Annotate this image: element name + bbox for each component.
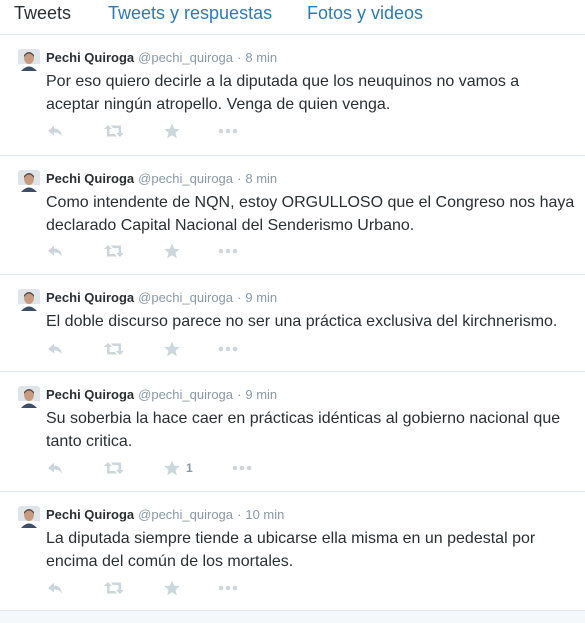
tweet-header: Pechi Quiroga @pechi_quiroga · 8 min — [46, 171, 277, 187]
author-handle[interactable]: @pechi_quiroga — [138, 50, 233, 65]
author-name[interactable]: Pechi Quiroga — [46, 171, 134, 186]
reply-icon[interactable] — [46, 122, 64, 140]
tweet-header: Pechi Quiroga @pechi_quiroga · 9 min — [46, 290, 277, 306]
tweet-text: Su soberbia la hace caer en prácticas id… — [46, 410, 561, 450]
retweet-icon[interactable] — [103, 122, 125, 140]
reply-icon[interactable] — [46, 579, 64, 597]
star-icon[interactable] — [163, 579, 181, 597]
avatar[interactable] — [18, 386, 40, 408]
tweet-item[interactable]: Pechi Quiroga @pechi_quiroga · 9 min Su sob… — [0, 372, 585, 492]
author-handle[interactable]: @pechi_quiroga — [138, 171, 233, 186]
more-dots-icon[interactable] — [217, 242, 239, 260]
tweet-header: Pechi Quiroga @pechi_quiroga · 9 min — [46, 387, 277, 403]
reply-icon[interactable] — [46, 459, 64, 477]
retweet-icon[interactable] — [103, 340, 125, 358]
star-icon[interactable] — [163, 459, 181, 477]
tab-fotos-y-videos[interactable]: Fotos y videos — [307, 3, 423, 23]
separator: · — [237, 50, 242, 65]
tweet-text: Como intendente de NQN, estoy ORGULLOSO … — [46, 194, 575, 234]
retweet-icon[interactable] — [103, 579, 125, 597]
tweet-text: La diputada siempre tiende a ubicarse el… — [46, 530, 536, 570]
more-dots-icon[interactable] — [217, 579, 239, 597]
more-dots-icon[interactable] — [217, 340, 239, 358]
avatar[interactable] — [18, 289, 40, 311]
avatar[interactable] — [18, 506, 40, 528]
avatar[interactable] — [18, 170, 40, 192]
author-handle[interactable]: @pechi_quiroga — [138, 507, 233, 522]
author-name[interactable]: Pechi Quiroga — [46, 290, 134, 305]
tweet-actions — [46, 340, 306, 358]
timestamp[interactable]: 9 min — [245, 290, 277, 305]
more-dots-icon[interactable] — [217, 122, 239, 140]
star-icon[interactable] — [163, 340, 181, 358]
timestamp[interactable]: 8 min — [245, 50, 277, 65]
reply-icon[interactable] — [46, 242, 64, 260]
tweet-text: Por eso quiero decirle a la diputada que… — [46, 73, 520, 113]
tweet-header: Pechi Quiroga @pechi_quiroga · 10 min — [46, 507, 284, 523]
timestamp[interactable]: 10 min — [245, 507, 284, 522]
tweet-item[interactable]: Pechi Quiroga @pechi_quiroga · 10 min La di… — [0, 492, 585, 611]
tweet-item[interactable]: Pechi Quiroga @pechi_quiroga · 8 min Como i… — [0, 156, 585, 275]
star-icon[interactable] — [163, 122, 181, 140]
separator: · — [237, 290, 242, 305]
tweet-text: El doble discurso parece no ser una prác… — [46, 313, 558, 330]
tweet-actions — [46, 122, 306, 140]
avatar[interactable] — [18, 49, 40, 71]
favorite-count: 1 — [186, 461, 193, 475]
tweet-actions — [46, 579, 306, 597]
star-icon[interactable] — [163, 242, 181, 260]
retweet-icon[interactable] — [103, 242, 125, 260]
author-handle[interactable]: @pechi_quiroga — [138, 290, 233, 305]
separator: · — [237, 387, 242, 402]
author-handle[interactable]: @pechi_quiroga — [138, 387, 233, 402]
author-name[interactable]: Pechi Quiroga — [46, 387, 134, 402]
reply-icon[interactable] — [46, 340, 64, 358]
tweet-actions: 1 — [46, 459, 306, 477]
tweet-header: Pechi Quiroga @pechi_quiroga · 8 min — [46, 50, 277, 66]
tab-tweets[interactable]: Tweets — [14, 3, 71, 23]
separator: · — [237, 171, 242, 186]
more-dots-icon[interactable] — [231, 459, 253, 477]
profile-tabs: Tweets Tweets y respuestas Fotos y video… — [0, 0, 585, 35]
author-name[interactable]: Pechi Quiroga — [46, 50, 134, 65]
retweet-icon[interactable] — [103, 459, 125, 477]
tweet-item[interactable]: Pechi Quiroga @pechi_quiroga · 9 min El dob… — [0, 275, 585, 372]
tweet-item[interactable]: Pechi Quiroga @pechi_quiroga · 8 min Por es… — [0, 35, 585, 156]
author-name[interactable]: Pechi Quiroga — [46, 507, 134, 522]
timestamp[interactable]: 8 min — [245, 171, 277, 186]
separator: · — [237, 507, 242, 522]
tab-tweets-y-respuestas[interactable]: Tweets y respuestas — [108, 3, 272, 23]
tweet-actions — [46, 242, 306, 260]
timestamp[interactable]: 9 min — [245, 387, 277, 402]
timeline-end-divider — [0, 610, 585, 623]
